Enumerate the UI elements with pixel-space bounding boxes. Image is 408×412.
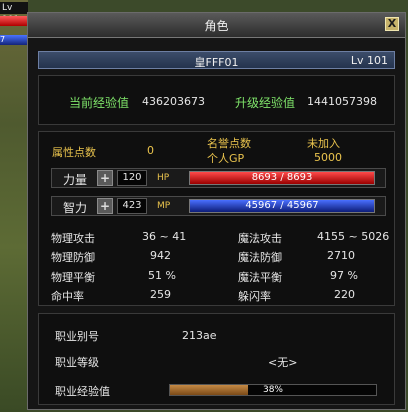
dodge-rate-label: 躲闪率	[238, 290, 271, 303]
current-exp-label: 当前经验值	[69, 96, 130, 110]
magic-attack-value: 4155 ~ 5026	[317, 230, 390, 243]
physical-balance-value: 51 %	[148, 269, 176, 282]
hp-label: HP	[157, 173, 170, 183]
magic-balance-value: 97 %	[330, 269, 358, 282]
strength-label: 力量	[63, 173, 88, 187]
personal-gp-label: 个人GP	[207, 152, 245, 165]
personal-gp-value: 5000	[314, 151, 342, 164]
add-strength-button[interactable]: +	[97, 170, 113, 186]
intellect-value: 423	[117, 198, 147, 214]
plus-icon: +	[99, 171, 111, 185]
game-world-background	[0, 0, 28, 412]
job-xp-label: 职业经验值	[55, 385, 110, 398]
current-exp-value: 436203673	[142, 95, 205, 108]
magic-defense-value: 2710	[327, 249, 355, 262]
hit-rate-label: 命中率	[51, 290, 84, 303]
job-grade-label: 职业等级	[55, 356, 99, 369]
plus-icon: +	[99, 199, 111, 213]
fame-points-label: 名誉点数	[207, 137, 251, 150]
hp-bar: 8693 / 8693	[189, 171, 375, 185]
hp-text: 8693 / 8693	[251, 172, 313, 183]
character-level: Lv 101	[350, 54, 388, 67]
magic-defense-label: 魔法防御	[238, 251, 282, 264]
mp-bar: 45967 / 45967	[189, 199, 375, 213]
physical-defense-value: 942	[150, 249, 171, 262]
mp-label: MP	[157, 201, 171, 211]
next-exp-value: 1441057398	[307, 95, 377, 108]
add-intellect-button[interactable]: +	[97, 198, 113, 214]
character-name-bar: 皇FFF01 Lv 101	[38, 51, 395, 69]
hit-rate-value: 259	[150, 288, 171, 301]
dodge-rate-value: 220	[334, 288, 355, 301]
physical-attack-value: 36 ~ 41	[142, 230, 187, 243]
window-title: 角色	[204, 19, 229, 33]
guild-status: 未加入	[307, 137, 340, 150]
mp-text: 45967 / 45967	[245, 200, 319, 211]
job-xp-text: 38%	[262, 385, 283, 395]
job-grade-value: <无>	[268, 356, 298, 369]
title-bar[interactable]: 角色 X	[28, 13, 405, 38]
job-id-label: 职业别号	[55, 330, 99, 343]
magic-balance-label: 魔法平衡	[238, 271, 282, 284]
background-mp-bar: 7	[0, 35, 28, 45]
next-exp-label: 升级经验值	[235, 96, 296, 110]
strength-value: 120	[117, 170, 147, 186]
magic-attack-label: 魔法攻击	[238, 232, 282, 245]
background-hp-bar	[0, 16, 28, 26]
character-window: 角色 X 皇FFF01 Lv 101 当前经验值 436203673 升级经验值…	[27, 12, 406, 410]
intellect-label: 智力	[63, 201, 88, 215]
experience-panel: 当前经验值 436203673 升级经验值 1441057398	[38, 75, 395, 125]
attribute-points-value: 0	[147, 144, 154, 157]
character-name: 皇FFF01	[194, 56, 239, 69]
attributes-panel: 属性点数 0 名誉点数 未加入 个人GP 5000 力量 + 120 HP 86…	[38, 131, 395, 306]
close-button[interactable]: X	[385, 17, 399, 31]
background-level-label: Lv 101	[0, 2, 28, 25]
close-icon: X	[387, 17, 397, 30]
job-id-value: 213ae	[182, 329, 217, 342]
job-xp-bar: 38%	[169, 384, 377, 396]
physical-defense-label: 物理防御	[51, 251, 95, 264]
physical-attack-label: 物理攻击	[51, 232, 95, 245]
physical-balance-label: 物理平衡	[51, 271, 95, 284]
attribute-points-label: 属性点数	[52, 146, 96, 159]
job-panel: 职业别号 213ae 职业等级 <无> 职业经验值 38%	[38, 313, 395, 405]
